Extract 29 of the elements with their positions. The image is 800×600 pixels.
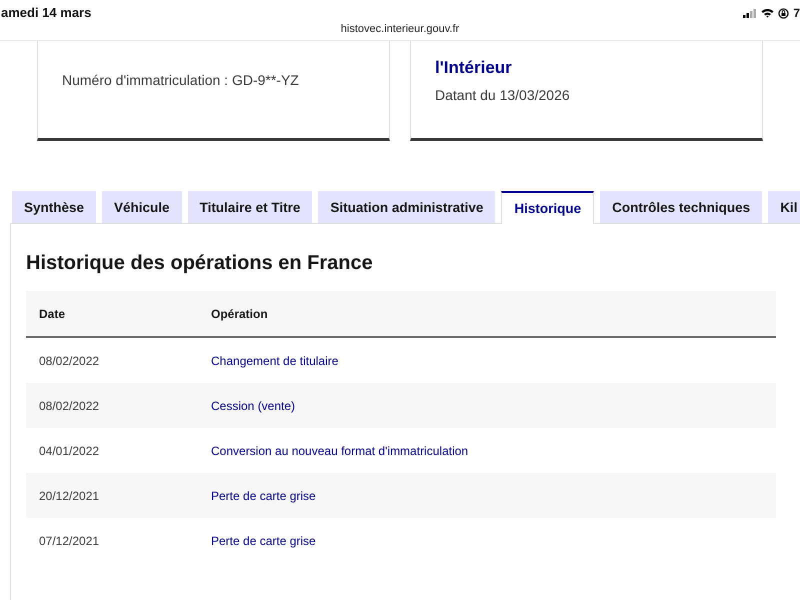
date-cell-text: 20/12/2021 xyxy=(38,488,100,502)
column-header: Date xyxy=(38,306,66,320)
operation-link[interactable]: Changement de titulaire xyxy=(211,354,338,368)
tab[interactable]: Situation administrative xyxy=(318,191,496,223)
tab[interactable]: Contrôles techniques xyxy=(600,191,762,223)
battery-level: 7 xyxy=(793,6,800,20)
tab[interactable]: Kil xyxy=(768,191,800,223)
date-cell-text: 07/12/2021 xyxy=(38,534,100,548)
wifi-icon xyxy=(761,8,774,18)
date-cell-text: 08/02/2022 xyxy=(38,354,100,368)
card-title[interactable]: l'Intérieur xyxy=(435,56,512,79)
operation-link[interactable]: Perte de carte grise xyxy=(211,534,316,548)
column-header: Opération xyxy=(211,306,268,320)
operation-link[interactable]: Perte de carte grise xyxy=(211,488,316,502)
date-cell-text: 04/01/2022 xyxy=(38,444,100,458)
tab[interactable]: Titulaire et Titre xyxy=(188,191,312,223)
tab[interactable]: Véhicule xyxy=(102,191,182,223)
lock-rotation-icon xyxy=(778,8,790,18)
card-detail: Datant du 13/03/2026 xyxy=(435,87,571,103)
card-detail: Numéro d'immatriculation : GD-9**-YZ xyxy=(62,72,300,88)
section-heading: Historique des opérations en France xyxy=(26,252,374,275)
date-cell-text: 08/02/2022 xyxy=(38,398,100,412)
address-bar[interactable]: histovec.interieur.gouv.fr xyxy=(340,23,460,35)
status-date: amedi 14 mars xyxy=(1,5,92,20)
signal-icon xyxy=(743,8,758,18)
tab[interactable]: Historique xyxy=(501,191,594,224)
operation-link[interactable]: Conversion au nouveau format d'immatriculation xyxy=(211,444,468,458)
operation-link[interactable]: Cession (vente) xyxy=(211,398,296,412)
tab[interactable]: Synthèse xyxy=(12,191,96,223)
